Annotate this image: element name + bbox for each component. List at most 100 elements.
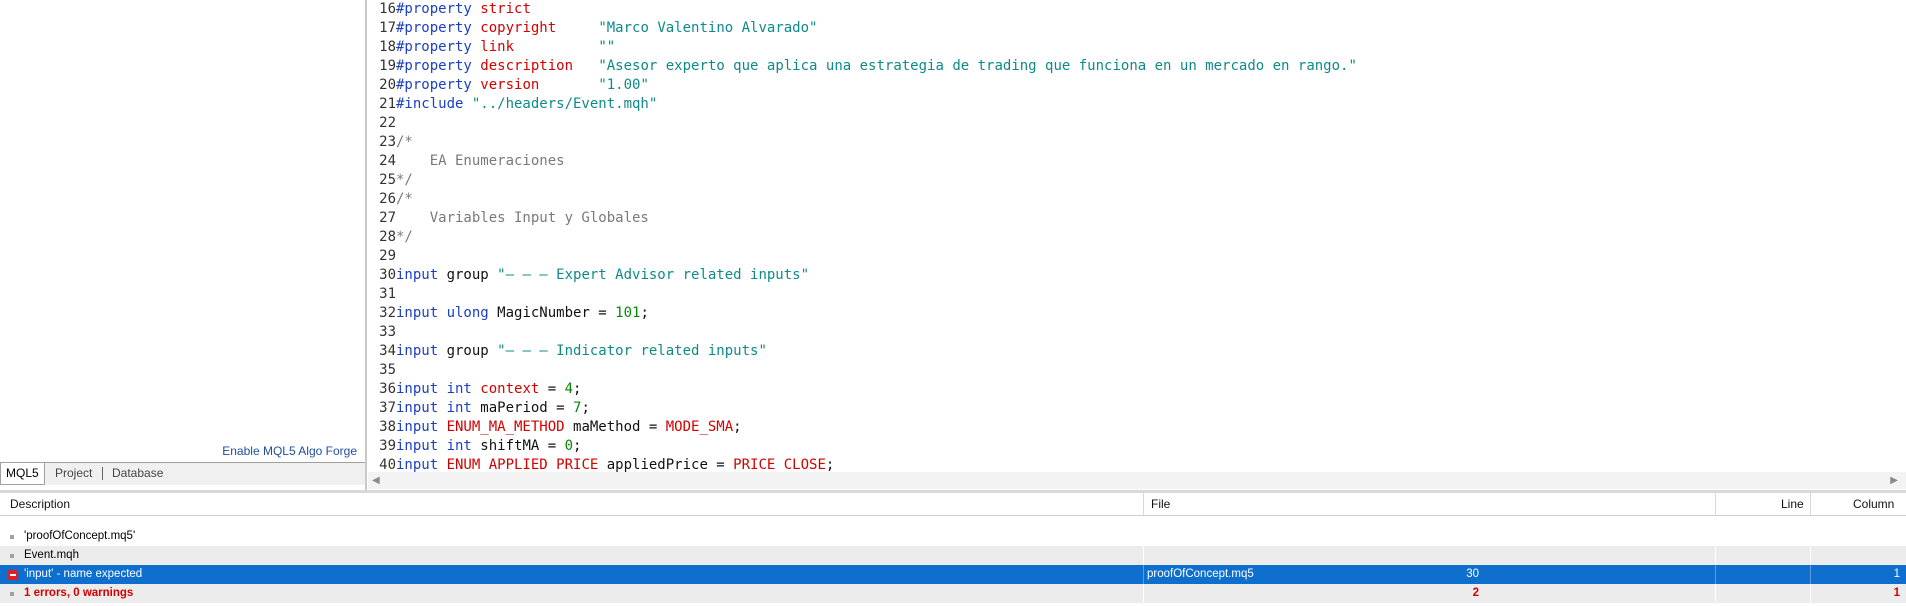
line-code: input int shiftMA = 0; xyxy=(396,437,581,456)
code-token: input xyxy=(396,267,447,283)
line-code: /* xyxy=(396,190,413,209)
code-token: ; xyxy=(825,457,835,472)
code-token: ENUM_MA_METHOD xyxy=(446,419,574,435)
bullet-icon xyxy=(10,535,14,539)
tab-mql5[interactable]: MQL5 xyxy=(0,463,45,485)
row-column: 1 xyxy=(1893,587,1900,599)
line-number: 40 xyxy=(379,457,396,472)
bullet-icon xyxy=(10,554,14,558)
table-row[interactable]: 'proofOfConcept.mq5' xyxy=(0,527,1906,546)
line-code: input ulong MagicNumber = 101; xyxy=(396,304,649,323)
line-number: 18 xyxy=(379,39,396,55)
line-code: input int maPeriod = 7; xyxy=(396,399,590,418)
row-line: 30 xyxy=(1466,568,1479,580)
line-code: */ xyxy=(396,228,413,247)
code-token: 0 xyxy=(564,438,574,454)
table-row-selected[interactable]: 'input' - name expected proofOfConcept.m… xyxy=(0,565,1906,584)
column-divider[interactable] xyxy=(1810,493,1811,515)
line-number: 23 xyxy=(379,134,396,150)
header-file[interactable]: File xyxy=(1151,493,1170,515)
tab-database[interactable]: Database xyxy=(107,463,168,484)
code-token: link xyxy=(480,39,515,55)
code-token: ENUM_APPLIED_PRICE xyxy=(446,457,607,472)
code-token: ulong xyxy=(446,305,498,321)
line-number: 29 xyxy=(379,248,396,264)
table-row-summary[interactable]: 1 errors, 0 warnings 2 1 xyxy=(0,584,1906,603)
code-token: "– – – Expert Advisor related inputs" xyxy=(497,267,810,283)
row-description: Event.mqh xyxy=(24,549,79,561)
line-number: 38 xyxy=(379,419,396,435)
tab-project[interactable]: Project xyxy=(50,463,97,484)
code-token: #property xyxy=(396,39,481,55)
line-number: 17 xyxy=(379,20,396,36)
code-token: #property xyxy=(396,1,481,17)
code-token: input xyxy=(396,343,447,359)
code-token: ; xyxy=(640,305,649,321)
navigator-tabs: MQL5 Project Database xyxy=(0,462,365,485)
code-token: copyright xyxy=(480,20,557,36)
scroll-left-icon[interactable]: ◀ xyxy=(372,475,380,486)
line-number: 20 xyxy=(379,77,396,93)
code-token: ; xyxy=(573,438,582,454)
code-token: */ xyxy=(396,172,413,188)
table-row[interactable]: Event.mqh xyxy=(0,546,1906,565)
line-number: 33 xyxy=(379,324,396,340)
code-token: /* xyxy=(396,191,413,207)
line-number: 35 xyxy=(379,362,396,378)
line-code: #property copyright "Marco Valentino Alv… xyxy=(396,19,817,38)
code-token: int xyxy=(446,438,481,454)
code-token: = xyxy=(539,381,565,397)
code-token: "" xyxy=(598,39,616,55)
code-token: MagicNumber = xyxy=(497,305,616,321)
horizontal-scrollbar[interactable]: ◀ ▶ xyxy=(368,472,1906,489)
code-token: EA Enumeraciones xyxy=(396,153,565,169)
line-code: input int context = 4; xyxy=(396,380,581,399)
cell-divider xyxy=(1715,546,1716,565)
header-line[interactable]: Line xyxy=(1781,493,1804,515)
panel-splitter[interactable] xyxy=(365,0,367,490)
code-token: ; xyxy=(733,419,742,435)
code-token: "Asesor experto que aplica una estrategi… xyxy=(598,58,1357,74)
code-token: */ xyxy=(396,229,413,245)
column-divider[interactable] xyxy=(1143,493,1144,515)
line-number: 16 xyxy=(379,1,396,17)
line-number: 22 xyxy=(379,115,396,131)
line-number: 39 xyxy=(379,438,396,454)
code-token: #property xyxy=(396,58,481,74)
column-divider[interactable] xyxy=(1715,493,1716,515)
header-description[interactable]: Description xyxy=(10,493,70,515)
line-code: #property strict xyxy=(396,0,531,19)
navigator-panel: Enable MQL5 Algo Forge MQL5 Project Data… xyxy=(0,0,365,490)
line-code: input ENUM_MA_METHOD maMethod = MODE_SMA… xyxy=(396,418,742,437)
cell-divider xyxy=(1143,546,1144,565)
line-number: 26 xyxy=(379,191,396,207)
code-token: input xyxy=(396,457,447,472)
code-editor[interactable]: 16 #property strict 17 #property copyright … xyxy=(368,0,1906,472)
cell-divider xyxy=(1143,584,1144,603)
code-token: #property xyxy=(396,77,481,93)
line-number: 27 xyxy=(379,210,396,226)
code-token: input xyxy=(396,381,447,397)
line-code: #include "../headers/Event.mqh" xyxy=(396,95,657,114)
code-token: 101 xyxy=(615,305,641,321)
line-code: /* xyxy=(396,133,413,152)
line-code: input ENUM_APPLIED_PRICE appliedPrice = … xyxy=(396,456,834,472)
enable-algo-forge-link[interactable]: Enable MQL5 Algo Forge xyxy=(222,444,357,458)
code-token: maMethod = xyxy=(573,419,666,435)
scroll-right-icon[interactable]: ▶ xyxy=(1890,475,1898,486)
line-code: */ xyxy=(396,171,413,190)
header-column[interactable]: Column xyxy=(1853,493,1894,515)
code-token: 4 xyxy=(564,381,574,397)
error-icon xyxy=(8,570,18,580)
line-number: 25 xyxy=(379,172,396,188)
row-description: 'input' - name expected xyxy=(24,568,143,580)
bullet-icon xyxy=(10,592,14,596)
code-token: ; xyxy=(581,400,590,416)
cell-divider xyxy=(1810,565,1811,584)
code-token: strict xyxy=(480,1,531,17)
line-number: 24 xyxy=(379,153,396,169)
line-code: #property link "" xyxy=(396,38,615,57)
tab-separator xyxy=(102,467,103,480)
